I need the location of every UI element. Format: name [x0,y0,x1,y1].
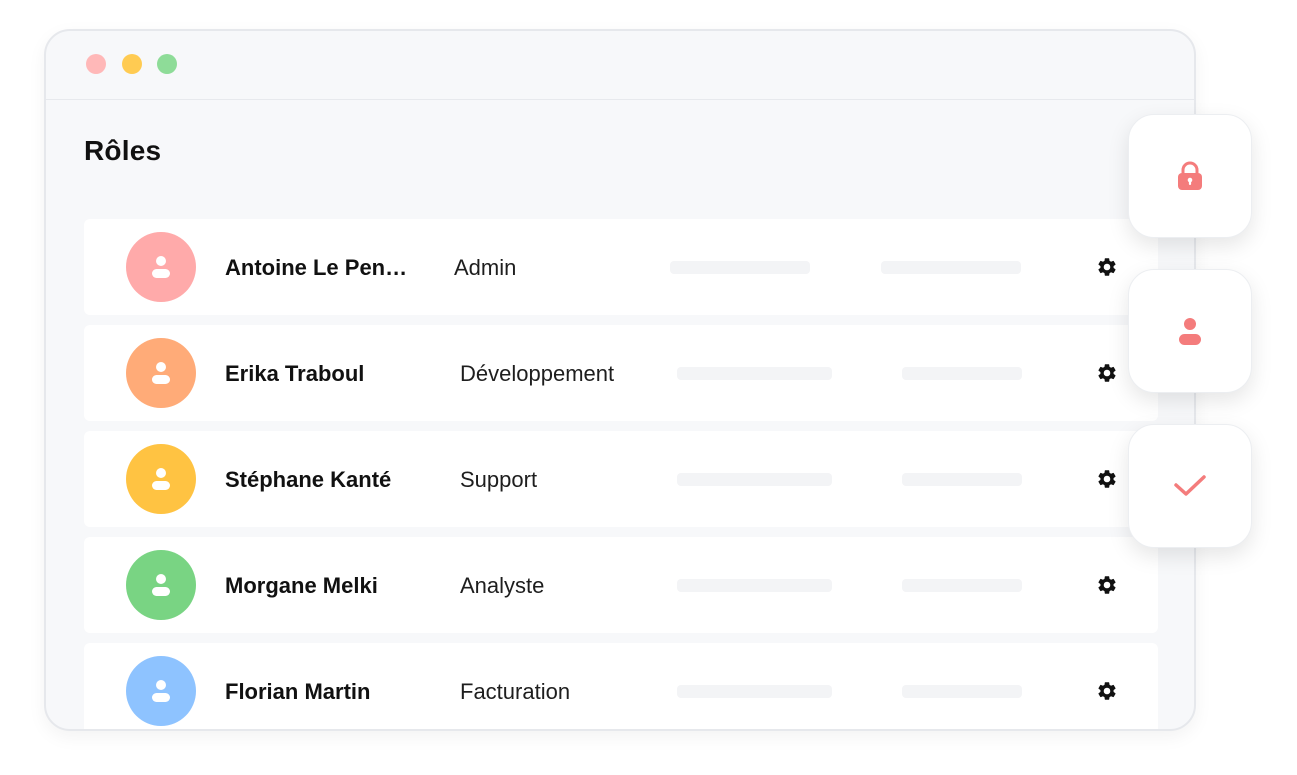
placeholder-bar [677,367,832,380]
gear-icon[interactable] [1096,680,1118,702]
user-name: Florian Martin [225,679,371,704]
user-icon [152,362,170,384]
user-name: Erika Traboul [225,361,365,386]
window-minimize-button[interactable] [122,54,142,74]
avatar [126,444,196,514]
user-role: Facturation [460,679,571,704]
user-row[interactable]: Florian Martin Facturation [84,643,1158,729]
placeholder-bar [902,579,1022,592]
user-icon [1179,318,1201,345]
gear-icon[interactable] [1096,362,1118,384]
user-action-card[interactable] [1128,269,1252,393]
user-row[interactable]: Morgane Melki Analyste [84,537,1158,633]
user-icon [152,680,170,702]
check-icon [1174,475,1206,496]
user-row[interactable]: Erika Traboul Développement [84,325,1158,421]
window-maximize-button[interactable] [157,54,177,74]
placeholder-bar [902,685,1022,698]
user-name: Antoine Le Pen… [225,255,408,280]
avatar [126,338,196,408]
user-icon [152,468,170,490]
window-close-button[interactable] [86,54,106,74]
avatar [126,656,196,726]
avatar [126,550,196,620]
user-role: Admin [454,255,517,280]
lock-icon [1178,161,1202,190]
placeholder-bar [677,473,832,486]
placeholder-bar [677,579,832,592]
gear-icon[interactable] [1096,574,1118,596]
placeholder-bar [881,261,1021,274]
user-icon [152,256,170,278]
gear-icon[interactable] [1096,256,1118,278]
roles-list: Antoine Le Pen… Admin Erika Traboul Déve… [84,219,1158,729]
avatar [126,232,196,302]
placeholder-bar [677,685,832,698]
user-role: Analyste [460,573,545,598]
user-role: Développement [460,361,615,386]
user-row[interactable]: Stéphane Kanté Support [84,431,1158,527]
placeholder-bar [670,261,810,274]
placeholder-bar [902,473,1022,486]
user-name: Morgane Melki [225,573,378,598]
placeholder-bar [902,367,1022,380]
user-row[interactable]: Antoine Le Pen… Admin [84,219,1158,315]
gear-icon[interactable] [1096,468,1118,490]
lock-action-card[interactable] [1128,114,1252,238]
check-action-card[interactable] [1128,424,1252,548]
user-role: Support [460,467,538,492]
user-name: Stéphane Kanté [225,467,392,492]
window-titlebar [46,31,1194,100]
app-window: Rôles Antoine Le Pen… Admin Erika Trabou… [44,29,1196,731]
user-icon [152,574,170,596]
page-title: Rôles [84,135,162,166]
